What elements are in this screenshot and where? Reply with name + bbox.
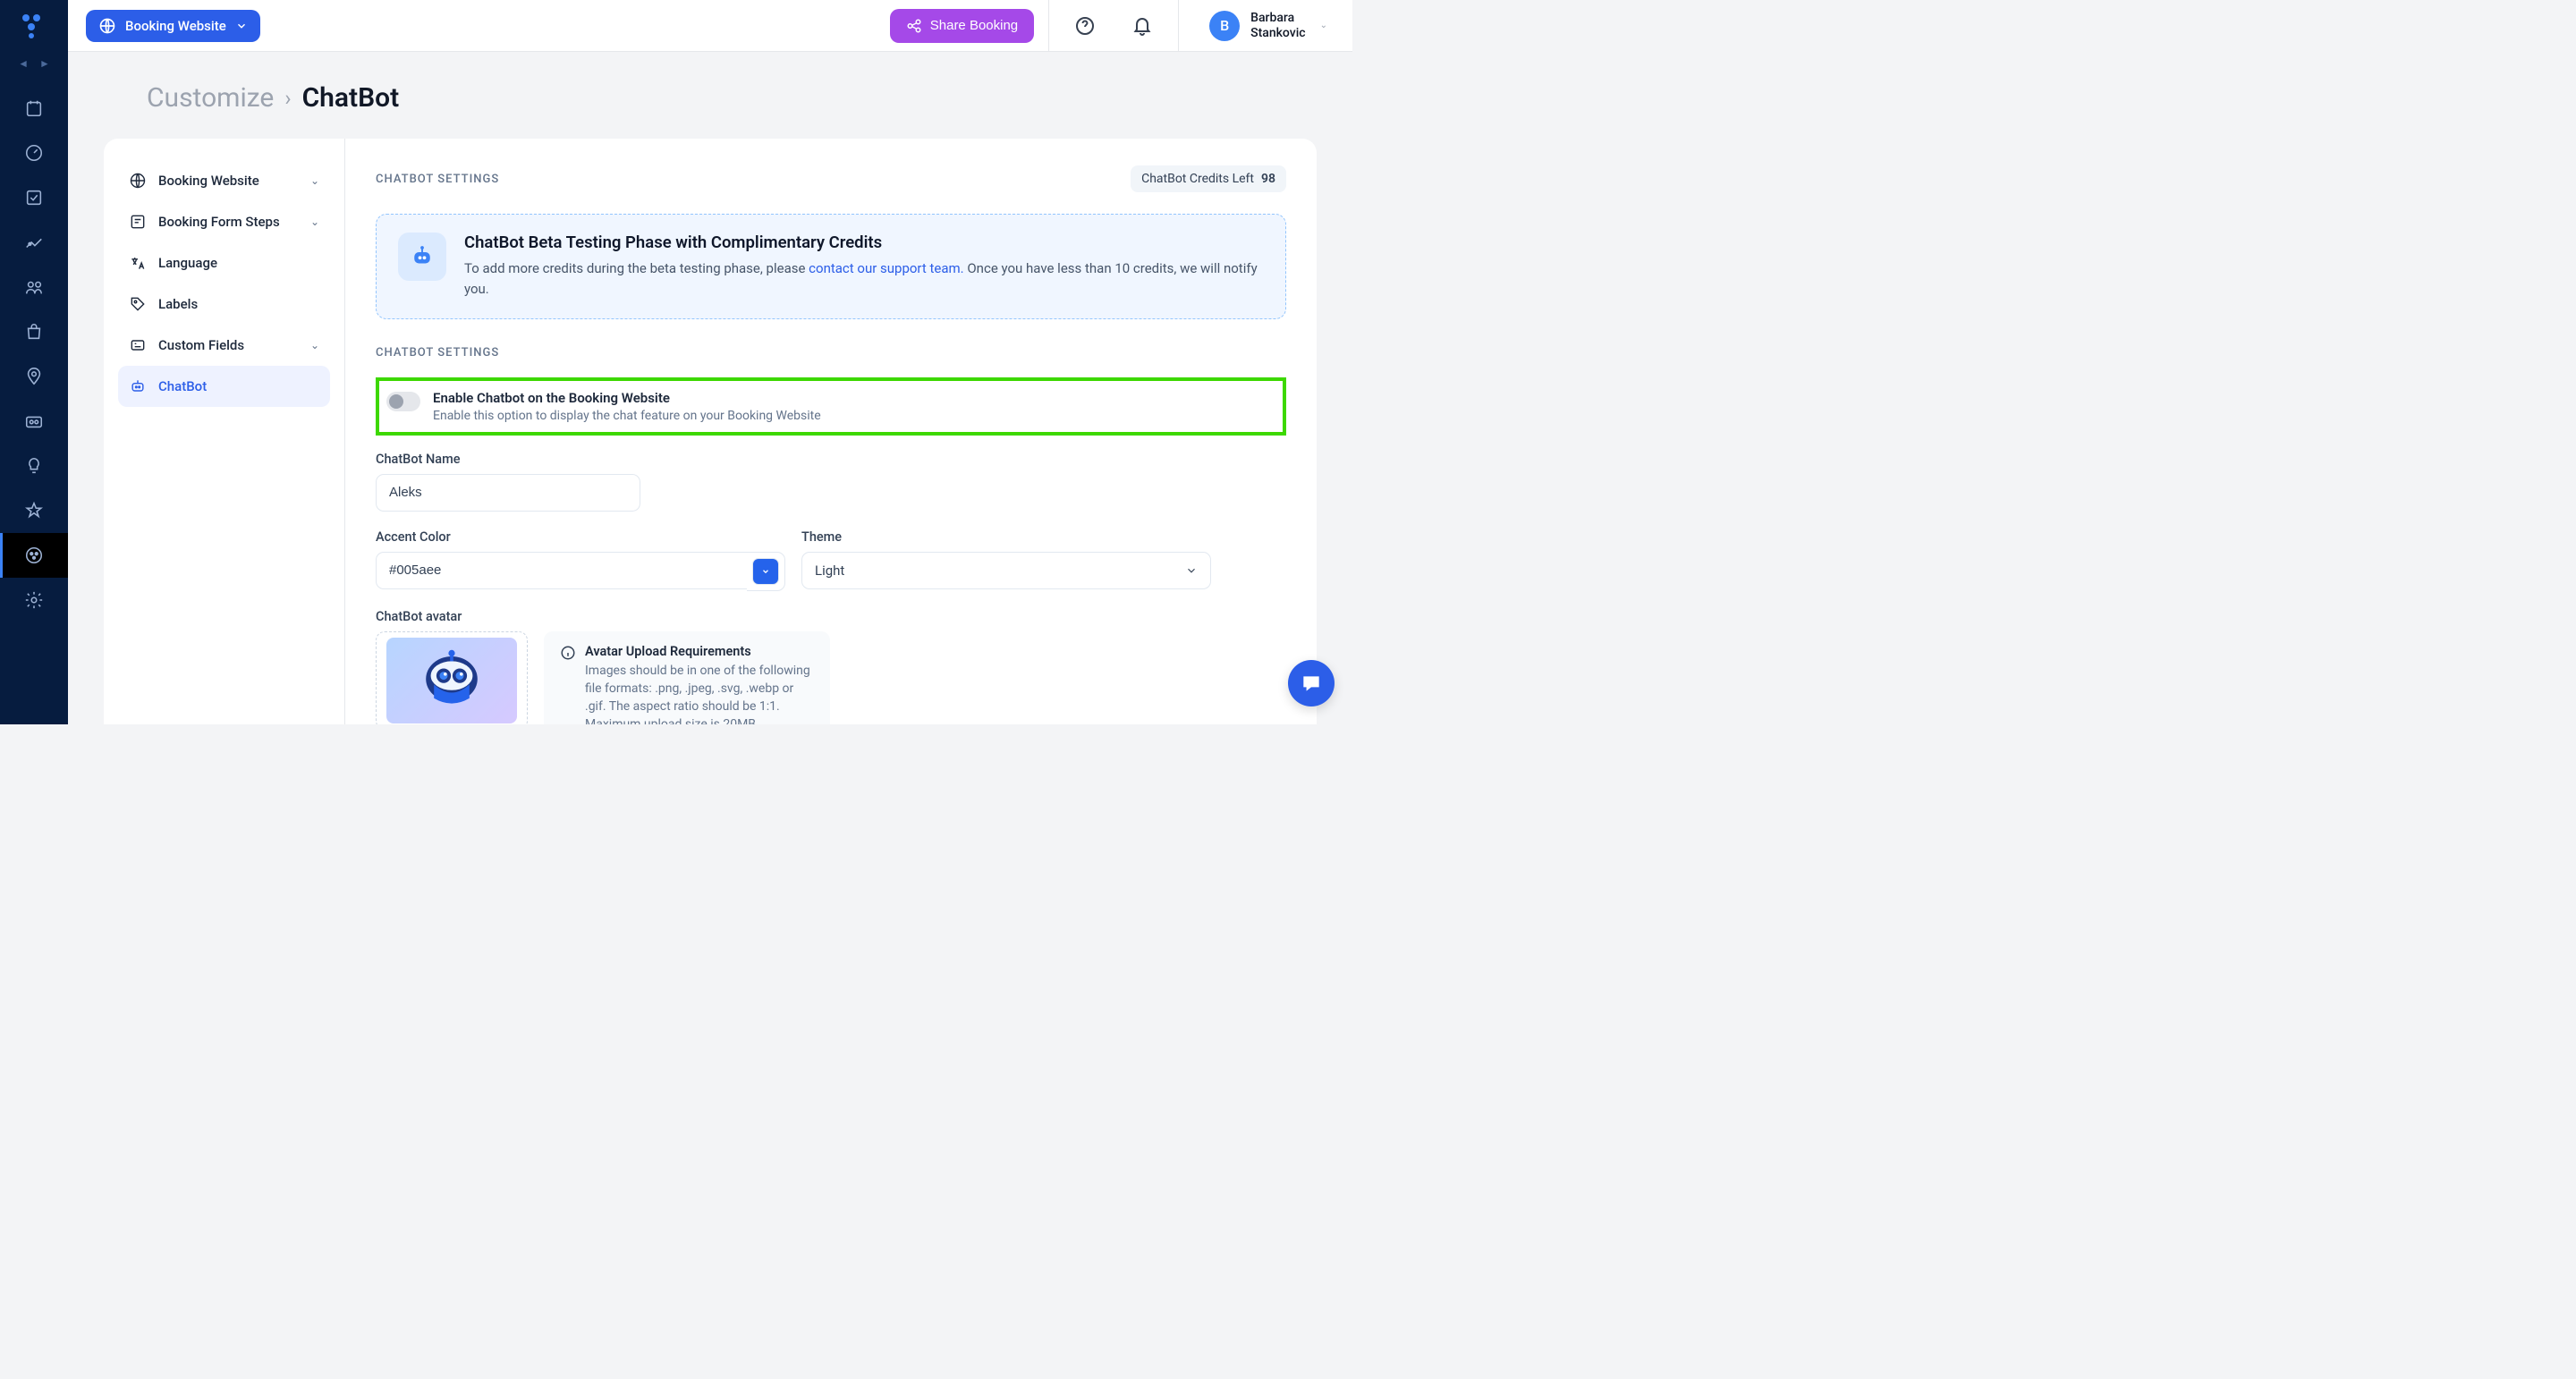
name-label: ChatBot Name xyxy=(376,452,1286,467)
chevron-down-icon: ⌄ xyxy=(310,174,319,187)
avatar-label: ChatBot avatar xyxy=(376,609,1286,624)
sidebar-item-services[interactable] xyxy=(0,220,68,265)
sidebar-item-payments[interactable] xyxy=(0,399,68,444)
sidebar-item-calendar[interactable] xyxy=(0,86,68,131)
chevron-down-icon xyxy=(235,20,248,32)
sidebar-item-dashboard[interactable] xyxy=(0,131,68,175)
sidebar-history-arrows: ◄ ► xyxy=(18,57,50,70)
form-icon xyxy=(129,213,147,231)
chatbot-name-input[interactable] xyxy=(376,474,640,512)
robot-icon xyxy=(129,377,147,395)
share-booking-button[interactable]: Share Booking xyxy=(890,9,1034,43)
breadcrumb-parent[interactable]: Customize xyxy=(147,82,274,114)
bell-icon[interactable] xyxy=(1131,15,1153,37)
settings-panel: Booking Website ⌄ Booking Form Steps ⌄ L… xyxy=(104,139,1317,724)
accent-label: Accent Color xyxy=(376,529,785,545)
share-label: Share Booking xyxy=(930,18,1018,33)
avatar-upload-box[interactable] xyxy=(376,631,528,725)
language-icon xyxy=(129,254,147,272)
topbar: Booking Website Share Booking B Barbara … xyxy=(68,0,1352,52)
chevron-down-icon: ⌄ xyxy=(310,339,319,351)
globe-icon xyxy=(129,172,147,190)
robot-icon xyxy=(398,233,446,281)
enable-title: Enable Chatbot on the Booking Website xyxy=(433,390,821,406)
theme-label: Theme xyxy=(801,529,1211,545)
avatar: B xyxy=(1209,11,1240,41)
sidebar-item-shop[interactable] xyxy=(0,309,68,354)
selector-label: Booking Website xyxy=(125,18,226,34)
panel-nav-chatbot[interactable]: ChatBot xyxy=(118,366,330,407)
sidebar-item-tasks[interactable] xyxy=(0,175,68,220)
tag-icon xyxy=(129,295,147,313)
panel-nav-labels[interactable]: Labels xyxy=(118,283,330,325)
sidebar-item-ideas[interactable] xyxy=(0,444,68,488)
enable-desc: Enable this option to display the chat f… xyxy=(433,409,821,423)
info-title: ChatBot Beta Testing Phase with Complime… xyxy=(464,233,1264,252)
accent-color-input[interactable] xyxy=(376,552,747,589)
back-arrow-icon[interactable]: ◄ xyxy=(18,57,29,70)
sidebar-item-users[interactable] xyxy=(0,265,68,309)
sidebar-item-customize[interactable] xyxy=(0,533,68,578)
page-title: ChatBot xyxy=(302,82,400,114)
share-icon xyxy=(906,18,922,34)
chevron-down-icon xyxy=(1185,564,1198,577)
sidebar-item-settings[interactable] xyxy=(0,578,68,622)
panel-nav-language[interactable]: Language xyxy=(118,242,330,283)
user-name: Barbara Stankovic xyxy=(1250,11,1305,41)
panel-nav-booking-website[interactable]: Booking Website ⌄ xyxy=(118,160,330,201)
credits-badge: ChatBot Credits Left 98 xyxy=(1131,165,1286,192)
left-sidebar: ◄ ► xyxy=(0,0,68,724)
avatar-requirements: Avatar Upload Requirements Images should… xyxy=(544,631,830,725)
help-icon[interactable] xyxy=(1074,15,1096,37)
chevron-down-icon: ⌄ xyxy=(1320,21,1327,30)
booking-website-selector[interactable]: Booking Website xyxy=(86,10,260,42)
enable-chatbot-highlight: Enable Chatbot on the Booking Website En… xyxy=(376,377,1286,436)
panel-nav-form-steps[interactable]: Booking Form Steps ⌄ xyxy=(118,201,330,242)
fields-icon xyxy=(129,336,147,354)
chat-icon xyxy=(1300,672,1323,695)
user-menu[interactable]: B Barbara Stankovic ⌄ xyxy=(1193,11,1335,41)
section-label: CHATBOT SETTINGS xyxy=(376,346,1286,360)
color-picker-swatch[interactable] xyxy=(752,558,779,585)
chevron-right-icon: › xyxy=(284,86,291,111)
enable-chatbot-toggle[interactable] xyxy=(386,392,420,411)
sidebar-item-location[interactable] xyxy=(0,354,68,399)
theme-select[interactable]: Light xyxy=(801,552,1211,589)
app-logo-icon[interactable] xyxy=(21,13,47,39)
info-icon xyxy=(560,645,576,661)
info-text: To add more credits during the beta test… xyxy=(464,258,1264,300)
breadcrumb: Customize › ChatBot xyxy=(104,82,1317,114)
chatbot-avatar-icon xyxy=(386,638,517,723)
panel-sidebar: Booking Website ⌄ Booking Form Steps ⌄ L… xyxy=(104,139,345,724)
panel-nav-custom-fields[interactable]: Custom Fields ⌄ xyxy=(118,325,330,366)
sidebar-item-favorites[interactable] xyxy=(0,488,68,533)
chevron-down-icon: ⌄ xyxy=(310,216,319,228)
help-chat-fab[interactable] xyxy=(1288,660,1335,706)
section-label: CHATBOT SETTINGS xyxy=(376,173,499,186)
info-box: ChatBot Beta Testing Phase with Complime… xyxy=(376,214,1286,319)
forward-arrow-icon[interactable]: ► xyxy=(39,57,50,70)
support-link[interactable]: contact our support team. xyxy=(809,260,963,276)
